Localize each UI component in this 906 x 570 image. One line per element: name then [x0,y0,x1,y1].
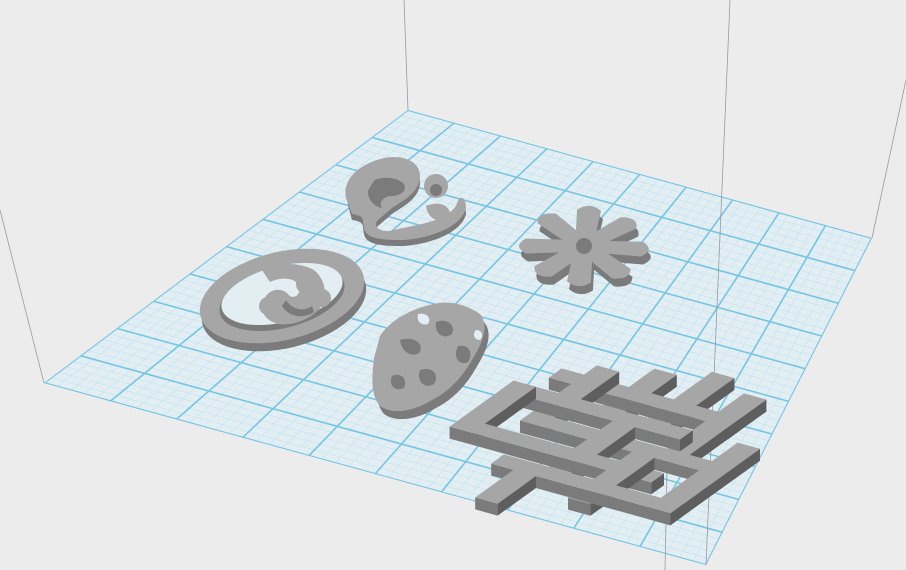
3d-viewport[interactable] [0,0,906,570]
build-plate-scene[interactable] [0,0,906,570]
volume-edge-back-right [871,79,906,239]
volume-edge-back-left [403,0,409,111]
volume-edge-front-left [0,209,45,384]
